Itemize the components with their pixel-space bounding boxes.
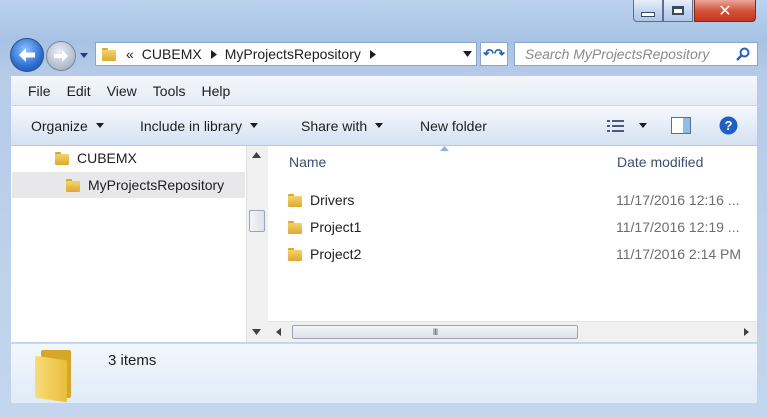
scroll-left-icon[interactable] bbox=[276, 328, 281, 336]
help-glyph: ? bbox=[725, 118, 733, 133]
chevron-down-icon bbox=[249, 123, 258, 128]
address-dropdown-icon[interactable] bbox=[463, 51, 472, 57]
chevron-down-icon bbox=[95, 123, 104, 128]
scrollbar-thumb[interactable] bbox=[249, 210, 265, 232]
include-in-library-button[interactable]: Include in library bbox=[140, 118, 258, 134]
help-icon: ? bbox=[719, 116, 738, 135]
menu-file[interactable]: File bbox=[28, 83, 51, 99]
file-list-pane: Name Date modified Drivers 11/17/2016 12… bbox=[268, 146, 757, 342]
item-count: 3 items bbox=[108, 352, 157, 369]
explorer-window: ✕ « CUBEMX MyProjectsRepository ↶↷ Searc… bbox=[0, 0, 767, 417]
share-with-button[interactable]: Share with bbox=[301, 117, 384, 134]
back-arrow-icon bbox=[19, 48, 35, 62]
breadcrumb-item[interactable]: MyProjectsRepository bbox=[225, 46, 361, 62]
sort-ascending-icon bbox=[440, 146, 449, 151]
large-folder-icon bbox=[35, 348, 75, 403]
menu-edit[interactable]: Edit bbox=[67, 83, 91, 99]
details-pane: 3 items bbox=[11, 343, 757, 403]
refresh-icon: ↶↷ bbox=[483, 46, 505, 61]
minimize-button[interactable] bbox=[633, 0, 663, 22]
folder-icon bbox=[66, 178, 80, 192]
command-bar: Organize Include in library Share with N… bbox=[11, 106, 757, 146]
new-folder-button[interactable]: New folder bbox=[420, 118, 487, 134]
tree-item-cubemx[interactable]: CUBEMX bbox=[55, 150, 137, 166]
close-icon: ✕ bbox=[718, 1, 732, 20]
address-bar[interactable]: « CUBEMX MyProjectsRepository bbox=[95, 42, 477, 66]
breadcrumb-overflow[interactable]: « bbox=[126, 46, 134, 62]
file-name: Drivers bbox=[310, 192, 355, 208]
file-date: 11/17/2016 12:19 ... bbox=[616, 219, 740, 235]
tree-item-label: CUBEMX bbox=[77, 150, 137, 166]
preview-pane-icon bbox=[671, 117, 691, 134]
file-row-drivers[interactable]: Drivers 11/17/2016 12:16 ... bbox=[288, 189, 756, 211]
minimize-icon bbox=[641, 12, 655, 17]
maximize-icon bbox=[672, 6, 684, 15]
scroll-down-icon[interactable] bbox=[252, 329, 261, 335]
column-header-date-modified[interactable]: Date modified bbox=[617, 154, 703, 170]
change-view-button[interactable] bbox=[607, 119, 647, 133]
navigation-pane: CUBEMX MyProjectsRepository bbox=[11, 146, 246, 342]
tree-item-myprojectsrepository[interactable]: MyProjectsRepository bbox=[66, 177, 224, 193]
scrollbar-thumb[interactable]: III bbox=[292, 325, 578, 339]
navigation-bar: « CUBEMX MyProjectsRepository ↶↷ Search … bbox=[0, 26, 767, 74]
folder-icon bbox=[288, 193, 302, 207]
new-folder-label: New folder bbox=[420, 117, 487, 134]
recent-pages-dropdown[interactable] bbox=[78, 49, 90, 61]
preview-pane-button[interactable] bbox=[671, 117, 691, 134]
file-name: Project2 bbox=[310, 246, 362, 262]
content-area: CUBEMX MyProjectsRepository Name Date mo… bbox=[11, 146, 757, 342]
file-row-project1[interactable]: Project1 11/17/2016 12:19 ... bbox=[288, 216, 756, 238]
column-header-name[interactable]: Name bbox=[289, 154, 326, 170]
chevron-right-icon[interactable] bbox=[210, 49, 217, 59]
folder-icon bbox=[55, 151, 69, 165]
menu-tools[interactable]: Tools bbox=[153, 83, 186, 99]
scroll-right-icon[interactable] bbox=[744, 328, 749, 336]
include-in-library-label: Include in library bbox=[140, 117, 242, 134]
refresh-button[interactable]: ↶↷ bbox=[480, 42, 508, 66]
search-icon[interactable] bbox=[736, 47, 750, 61]
help-button[interactable]: ? bbox=[719, 116, 738, 135]
chevron-right-icon[interactable] bbox=[369, 49, 376, 59]
menu-help[interactable]: Help bbox=[201, 83, 230, 99]
search-input[interactable]: Search MyProjectsRepository bbox=[515, 46, 736, 62]
organize-button[interactable]: Organize bbox=[31, 118, 104, 134]
tree-item-label: MyProjectsRepository bbox=[88, 177, 225, 193]
menu-view[interactable]: View bbox=[107, 83, 137, 99]
folder-icon bbox=[288, 220, 302, 234]
search-box[interactable]: Search MyProjectsRepository bbox=[514, 42, 758, 66]
share-with-label: Share with bbox=[301, 117, 368, 134]
scroll-up-icon[interactable] bbox=[252, 152, 261, 158]
chevron-down-icon bbox=[80, 52, 88, 58]
chevron-down-icon bbox=[639, 123, 647, 128]
horizontal-scrollbar[interactable]: III bbox=[268, 321, 757, 342]
navigation-pane-scrollbar[interactable] bbox=[246, 146, 268, 342]
file-name: Project1 bbox=[310, 219, 362, 235]
scrollbar-grip: III bbox=[432, 327, 438, 337]
chevron-down-icon bbox=[375, 123, 384, 128]
file-date: 11/17/2016 2:14 PM bbox=[616, 246, 742, 262]
maximize-button[interactable] bbox=[663, 0, 693, 22]
folder-icon bbox=[102, 47, 116, 61]
organize-label: Organize bbox=[31, 117, 88, 134]
back-button[interactable] bbox=[10, 38, 44, 72]
file-date: 11/17/2016 12:16 ... bbox=[616, 192, 740, 208]
file-row-project2[interactable]: Project2 11/17/2016 2:14 PM bbox=[288, 243, 756, 265]
folder-icon bbox=[288, 247, 302, 261]
forward-arrow-icon bbox=[54, 50, 68, 62]
menu-bar: File Edit View Tools Help bbox=[11, 76, 757, 106]
forward-button[interactable] bbox=[46, 41, 76, 71]
breadcrumb-item[interactable]: CUBEMX bbox=[142, 46, 202, 62]
close-button[interactable]: ✕ bbox=[694, 0, 756, 22]
details-view-icon bbox=[607, 119, 624, 132]
